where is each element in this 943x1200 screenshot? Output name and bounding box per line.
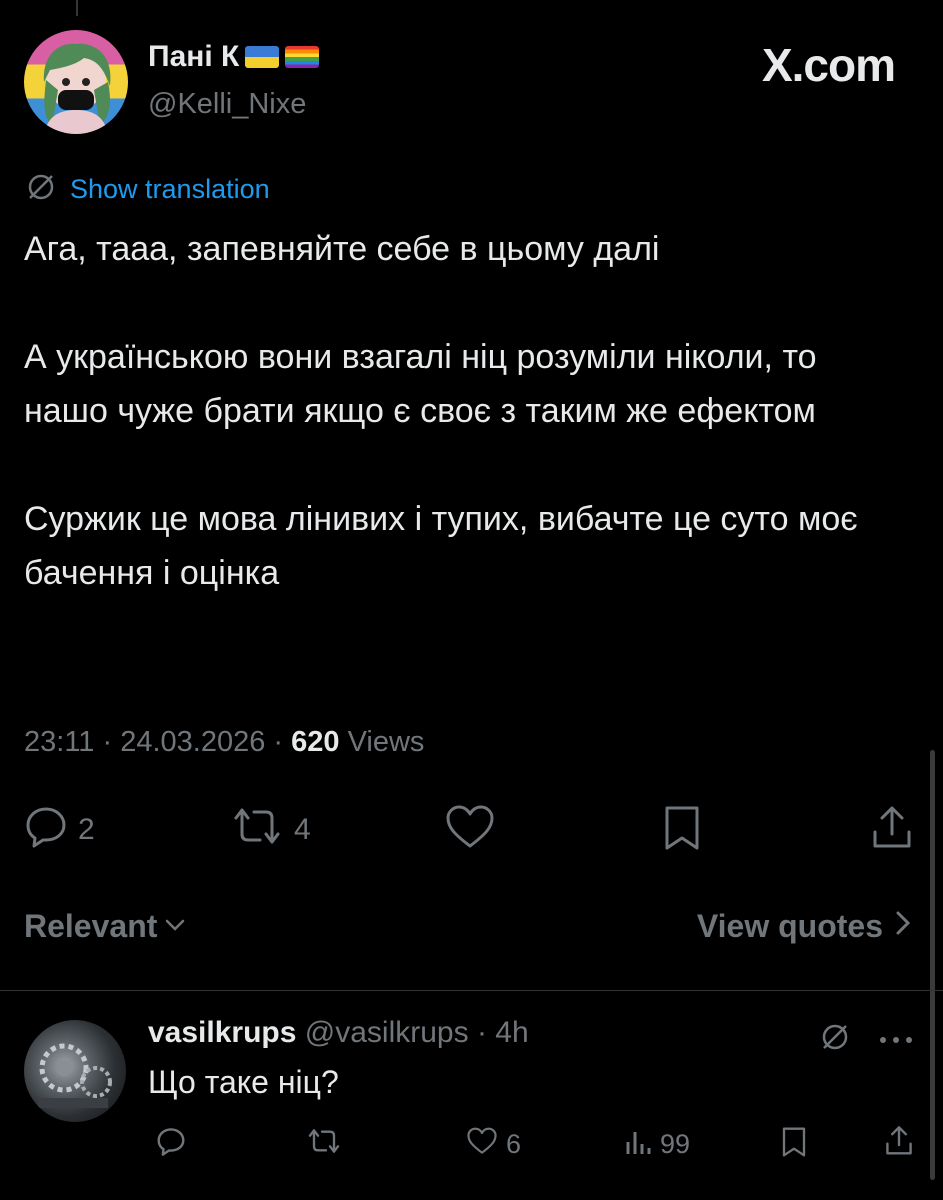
reply-author-handle[interactable]: @vasilkrups xyxy=(305,1016,469,1049)
share-icon xyxy=(870,804,914,860)
tweet-paragraph: Суржик це мова лінивих і тупих, вибачте … xyxy=(24,500,858,592)
share-button[interactable] xyxy=(870,804,914,860)
tweet-paragraph: А українською вони взагалі ніц розуміли … xyxy=(24,338,817,430)
reply-repost-button[interactable] xyxy=(306,1126,342,1163)
views-count: 620 xyxy=(291,726,340,758)
tweet-time[interactable]: 23:11 xyxy=(24,726,94,758)
repost-icon xyxy=(306,1126,342,1163)
reply-like-button[interactable]: 6 xyxy=(466,1126,521,1163)
views-label: Views xyxy=(347,726,425,758)
share-icon xyxy=(884,1124,914,1165)
views-icon xyxy=(624,1126,652,1163)
bookmark-button[interactable] xyxy=(662,804,702,860)
reply-icon xyxy=(156,1126,186,1163)
like-icon xyxy=(444,804,496,858)
bookmark-icon xyxy=(662,804,702,860)
show-translation-label: Show translation xyxy=(70,174,270,204)
reply-age[interactable]: 4h xyxy=(495,1016,528,1049)
reply-views-button[interactable]: 99 xyxy=(624,1126,690,1163)
chevron-right-icon xyxy=(893,908,913,945)
chevron-down-icon xyxy=(163,908,187,945)
scrollbar[interactable] xyxy=(930,750,935,1180)
reply-views-count: 99 xyxy=(660,1129,691,1159)
author-name-text: Пані К xyxy=(148,40,240,73)
view-quotes-label: View quotes xyxy=(696,908,883,944)
reply-author-name[interactable]: vasilkrups xyxy=(148,1016,296,1049)
like-icon xyxy=(466,1126,498,1163)
bookmark-icon xyxy=(780,1126,808,1165)
reply-button[interactable]: 2 xyxy=(24,804,95,856)
repost-button[interactable]: 4 xyxy=(230,804,311,856)
reply-count: 2 xyxy=(78,813,95,846)
author-avatar[interactable] xyxy=(24,30,128,134)
reply-like-count: 6 xyxy=(506,1129,522,1159)
reply-translate-icon[interactable] xyxy=(818,1020,852,1059)
tweet-paragraph: Ага, тааа, запевняйте себе в цьому далі xyxy=(24,230,660,268)
tweet-text: Ага, тааа, запевняйте себе в цьому далі … xyxy=(24,222,904,654)
tweet-meta: 23:11 · 24.03.2026 · 620 Views xyxy=(24,726,425,758)
ukraine-flag-icon xyxy=(245,46,280,68)
reply-bookmark-button[interactable] xyxy=(780,1126,808,1165)
reply-reply-button[interactable] xyxy=(156,1126,186,1163)
sort-label: Relevant xyxy=(24,908,158,944)
sort-dropdown[interactable]: Relevant xyxy=(24,908,187,945)
show-translation-button[interactable]: Show translation xyxy=(24,170,270,209)
reply-header: vasilkrups @vasilkrups · 4h xyxy=(148,1016,529,1049)
author-name[interactable]: Пані К xyxy=(148,40,320,74)
like-button[interactable] xyxy=(444,804,496,858)
more-icon[interactable] xyxy=(878,1032,914,1050)
reply-avatar[interactable] xyxy=(24,1020,126,1122)
translate-icon xyxy=(24,170,58,209)
x-logo: X.com xyxy=(761,39,896,91)
view-quotes-link[interactable]: View quotes xyxy=(697,908,913,945)
divider xyxy=(0,990,943,991)
repost-icon xyxy=(230,804,284,856)
thread-line xyxy=(76,0,78,16)
reply-icon xyxy=(24,804,68,856)
reply-text: Що таке ніц? xyxy=(148,1064,339,1100)
repost-count: 4 xyxy=(294,813,311,846)
rainbow-flag-icon xyxy=(285,46,320,68)
reply-share-button[interactable] xyxy=(884,1124,914,1165)
author-handle[interactable]: @Kelli_Nixe xyxy=(148,88,306,121)
tweet-date[interactable]: 24.03.2026 xyxy=(120,726,265,758)
